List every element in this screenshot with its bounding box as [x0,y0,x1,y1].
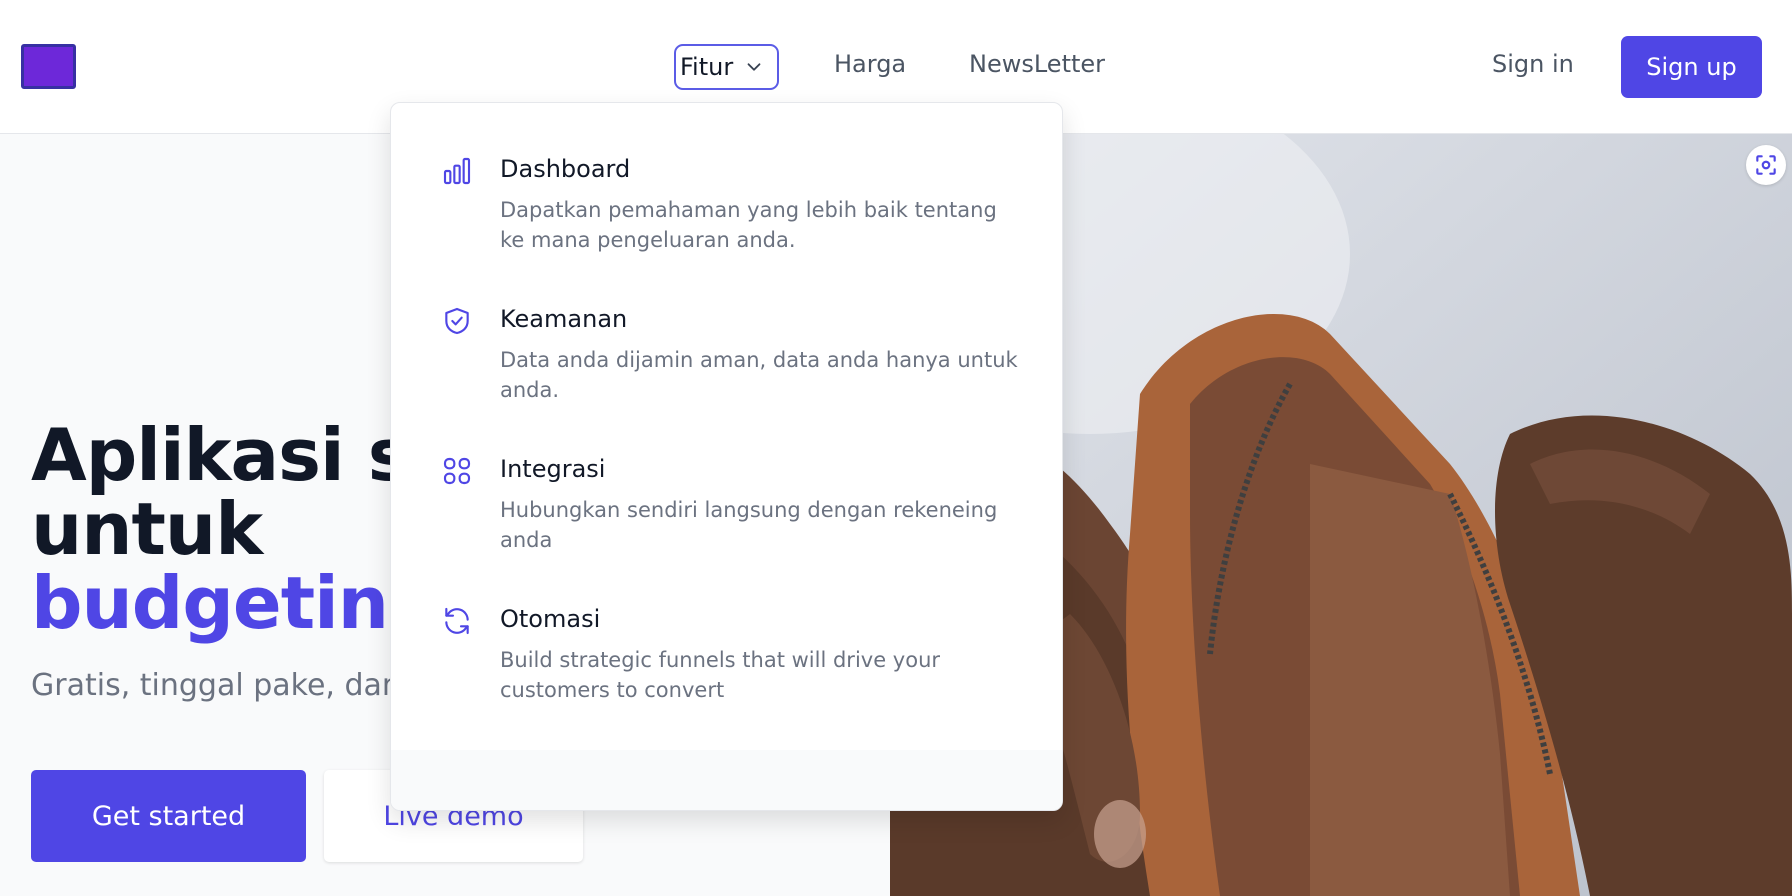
dropdown-item-description: Build strategic funnels that will drive … [500,648,941,702]
dropdown-item-keamanan[interactable]: Keamanan Data anda dijamin aman, data an… [441,303,1021,423]
dropdown-item-title: Dashboard [500,155,631,183]
dropdown-item-description: Data anda dijamin aman, data anda hanya … [500,348,1018,402]
dropdown-item-title: Keamanan [500,305,628,333]
sign-in-link[interactable]: Sign in [1492,50,1574,78]
dropdown-item-dashboard[interactable]: Dashboard Dapatkan pemahaman yang lebih … [441,153,1021,273]
dropdown-item-description: Dapatkan pemahaman yang lebih baik tenta… [500,198,997,252]
scan-icon [1756,155,1776,175]
bar-chart-icon [443,157,471,185]
sign-up-button[interactable]: Sign up [1621,36,1762,98]
dropdown-item-description: Hubungkan sendiri langsung dengan rekene… [500,498,998,552]
dropdown-footer [391,750,1062,810]
chevron-down-icon [747,63,761,71]
dropdown-item-title: Integrasi [500,455,606,483]
nav-newsletter-link[interactable]: NewsLetter [969,50,1105,78]
logo[interactable] [21,44,76,89]
get-started-button[interactable]: Get started [31,770,306,862]
dropdown-item-title: Otomasi [500,605,601,633]
fitur-dropdown-panel: Dashboard Dapatkan pemahaman yang lebih … [390,102,1063,811]
shield-check-icon [445,307,469,335]
nav-fitur-label: Fitur [680,53,734,81]
dropdown-item-integrasi[interactable]: Integrasi Hubungkan sendiri langsung den… [441,453,1021,573]
dropdown-item-otomasi[interactable]: Otomasi Build strategic funnels that wil… [441,603,1021,723]
nav-fitur-dropdown[interactable]: Fitur [674,44,779,90]
nav-harga-link[interactable]: Harga [834,50,906,78]
visual-search-button[interactable] [1746,145,1786,185]
refresh-icon [445,607,469,635]
hero-subtitle: Gratis, tinggal pake, dan [31,668,401,703]
grid-icon [443,457,471,485]
